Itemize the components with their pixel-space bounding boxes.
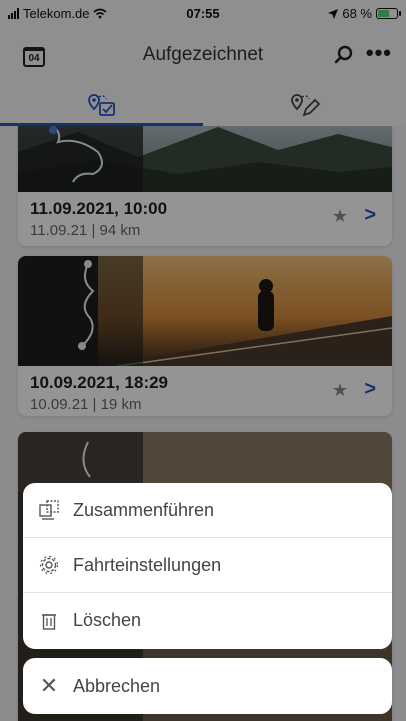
merge-button[interactable]: Zusammenführen: [23, 483, 392, 538]
merge-icon: [37, 498, 61, 522]
close-icon: ✕: [39, 673, 59, 698]
delete-button[interactable]: Löschen: [23, 593, 392, 648]
action-sheet: Zusammenführen Fahrteinstellungen Lösche…: [23, 483, 392, 649]
ride-settings-button[interactable]: Fahrteinstellungen: [23, 538, 392, 593]
cancel-button[interactable]: ✕ Abbrechen: [23, 658, 392, 714]
delete-label: Löschen: [73, 610, 142, 630]
merge-label: Zusammenführen: [73, 499, 215, 520]
cancel-label: Abbrechen: [73, 675, 161, 696]
trash-icon: [37, 609, 61, 633]
ride-settings-label: Fahrteinstellungen: [73, 554, 222, 575]
gear-icon: [37, 553, 61, 577]
